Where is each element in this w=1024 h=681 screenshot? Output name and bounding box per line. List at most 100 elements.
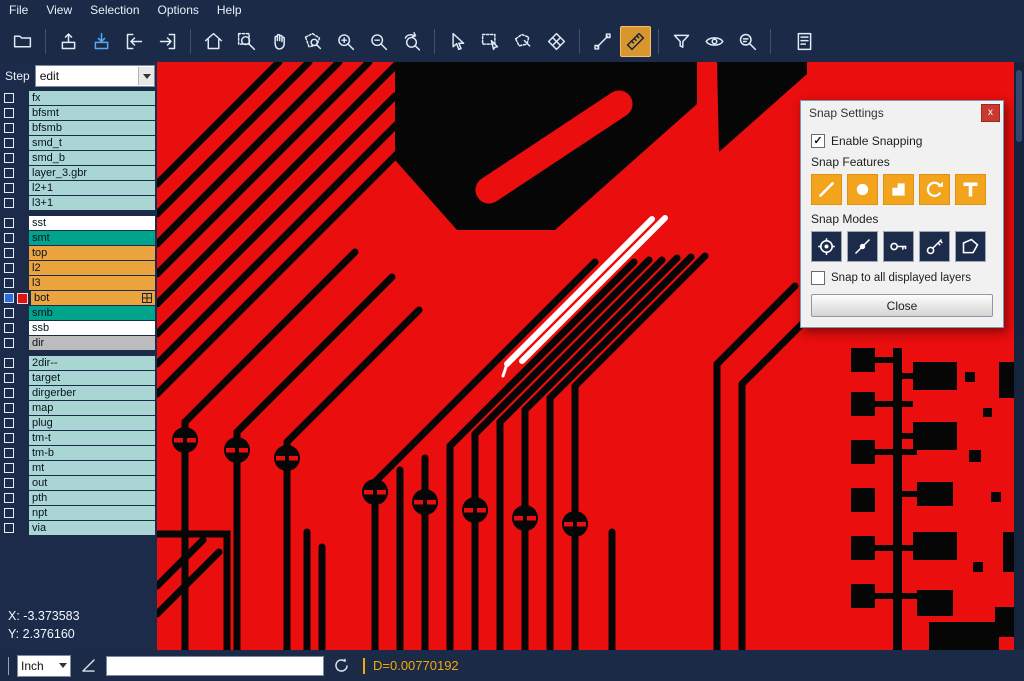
layer-visibility-checkbox[interactable]	[4, 293, 14, 303]
layer-name[interactable]: target	[29, 371, 155, 385]
layer-name[interactable]: bot	[31, 291, 155, 305]
layer-visibility-checkbox[interactable]	[4, 138, 14, 148]
layer-row-bfsmt[interactable]: bfsmt	[0, 106, 157, 120]
layer-visibility-checkbox[interactable]	[4, 418, 14, 428]
layer-row-dir[interactable]: dir	[0, 336, 157, 350]
layer-visibility-checkbox[interactable]	[4, 93, 14, 103]
pan-button[interactable]	[264, 26, 295, 57]
layer-visibility-checkbox[interactable]	[4, 448, 14, 458]
layer-name[interactable]: top	[29, 246, 155, 260]
layer-name[interactable]: sst	[29, 216, 155, 230]
layer-name[interactable]: ssb	[29, 321, 155, 335]
snap-feature-corner-button[interactable]	[883, 174, 914, 205]
step-dropdown[interactable]: edit	[35, 65, 155, 87]
layer-row-ssb[interactable]: ssb	[0, 321, 157, 335]
layer-name[interactable]: out	[29, 476, 155, 490]
dialog-titlebar[interactable]: Snap Settings x	[801, 101, 1003, 125]
layer-visibility-checkbox[interactable]	[4, 183, 14, 193]
select-button[interactable]	[442, 26, 473, 57]
layer-row-bot[interactable]: bot	[0, 291, 157, 305]
snap-feature-arc-button[interactable]	[919, 174, 950, 205]
layer-row-pth[interactable]: pth	[0, 491, 157, 505]
layer-visibility-checkbox[interactable]	[4, 523, 14, 533]
layer-visibility-checkbox[interactable]	[4, 403, 14, 413]
layer-row-npt[interactable]: npt	[0, 506, 157, 520]
measure-ruler-button[interactable]	[620, 26, 651, 57]
layer-visibility-checkbox[interactable]	[4, 218, 14, 228]
open-button[interactable]	[7, 26, 38, 57]
layer-name[interactable]: tm-b	[29, 446, 155, 460]
zoom-previous-button[interactable]	[396, 26, 427, 57]
menu-options[interactable]: Options	[149, 0, 208, 20]
layer-row-smt[interactable]: smt	[0, 231, 157, 245]
layer-visibility-checkbox[interactable]	[4, 153, 14, 163]
snap-feature-line-button[interactable]	[811, 174, 842, 205]
command-input[interactable]	[106, 656, 324, 676]
layer-name[interactable]: map	[29, 401, 155, 415]
layer-name[interactable]: layer_3.gbr	[29, 166, 155, 180]
menu-view[interactable]: View	[37, 0, 81, 20]
layer-row-plug[interactable]: plug	[0, 416, 157, 430]
enable-snapping-checkbox[interactable]: ✓	[811, 134, 825, 148]
layer-row-smd_t[interactable]: smd_t	[0, 136, 157, 150]
layer-visibility-checkbox[interactable]	[4, 508, 14, 518]
layer-visibility-checkbox[interactable]	[4, 168, 14, 178]
layer-name[interactable]: smb	[29, 306, 155, 320]
snap-feature-text-button[interactable]	[955, 174, 986, 205]
layer-row-via[interactable]: via	[0, 521, 157, 535]
scrollbar-thumb[interactable]	[1016, 70, 1022, 142]
layer-row-dirgerber[interactable]: dirgerber	[0, 386, 157, 400]
layer-visibility-checkbox[interactable]	[4, 123, 14, 133]
layer-name[interactable]: mt	[29, 461, 155, 475]
layer-name[interactable]: fx	[29, 91, 155, 105]
report-button[interactable]	[789, 26, 820, 57]
layer-row-smd_b[interactable]: smd_b	[0, 151, 157, 165]
layer-visibility-checkbox[interactable]	[4, 358, 14, 368]
layer-row-smb[interactable]: smb	[0, 306, 157, 320]
layer-row-l2+1[interactable]: l2+1	[0, 181, 157, 195]
export-button[interactable]	[53, 26, 84, 57]
layer-row-fx[interactable]: fx	[0, 91, 157, 105]
layer-name[interactable]: l3+1	[29, 196, 155, 210]
layer-row-top[interactable]: top	[0, 246, 157, 260]
layer-row-tm-t[interactable]: tm-t	[0, 431, 157, 445]
layer-visibility-checkbox[interactable]	[4, 373, 14, 383]
layer-name[interactable]: smd_b	[29, 151, 155, 165]
layer-visibility-checkbox[interactable]	[4, 248, 14, 258]
layer-visibility-checkbox[interactable]	[4, 308, 14, 318]
layer-row-mt[interactable]: mt	[0, 461, 157, 475]
layer-row-l3+1[interactable]: l3+1	[0, 196, 157, 210]
close-button[interactable]: Close	[811, 294, 993, 317]
layer-row-layer_3.gbr[interactable]: layer_3.gbr	[0, 166, 157, 180]
snap-mode-line-point-button[interactable]	[847, 231, 878, 262]
zoom-polygon-button[interactable]	[297, 26, 328, 57]
menu-file[interactable]: File	[0, 0, 37, 20]
layer-name[interactable]: bfsmb	[29, 121, 155, 135]
layer-row-map[interactable]: map	[0, 401, 157, 415]
import-button[interactable]	[86, 26, 117, 57]
layer-row-target[interactable]: target	[0, 371, 157, 385]
layer-visibility-checkbox[interactable]	[4, 388, 14, 398]
vertical-scrollbar[interactable]	[1014, 62, 1024, 650]
layer-name[interactable]: l2+1	[29, 181, 155, 195]
layer-visibility-checkbox[interactable]	[4, 263, 14, 273]
unit-dropdown[interactable]: Inch	[17, 655, 71, 677]
menu-selection[interactable]: Selection	[81, 0, 148, 20]
refresh-icon[interactable]	[332, 656, 351, 675]
snap-mode-center-button[interactable]	[811, 231, 842, 262]
layer-name[interactable]: via	[29, 521, 155, 535]
layer-visibility-checkbox[interactable]	[4, 433, 14, 443]
layer-name[interactable]: pth	[29, 491, 155, 505]
menu-help[interactable]: Help	[208, 0, 251, 20]
output-button[interactable]	[152, 26, 183, 57]
layer-visibility-checkbox[interactable]	[4, 493, 14, 503]
select-group-button[interactable]	[508, 26, 539, 57]
layer-row-2dir--[interactable]: 2dir--	[0, 356, 157, 370]
layer-visibility-checkbox[interactable]	[4, 323, 14, 333]
zoom-window-button[interactable]	[231, 26, 262, 57]
search-button[interactable]	[732, 26, 763, 57]
snap-all-layers-checkbox[interactable]	[811, 271, 825, 285]
input-button[interactable]	[119, 26, 150, 57]
layer-visibility-checkbox[interactable]	[4, 108, 14, 118]
angle-measure-icon[interactable]	[79, 656, 98, 675]
